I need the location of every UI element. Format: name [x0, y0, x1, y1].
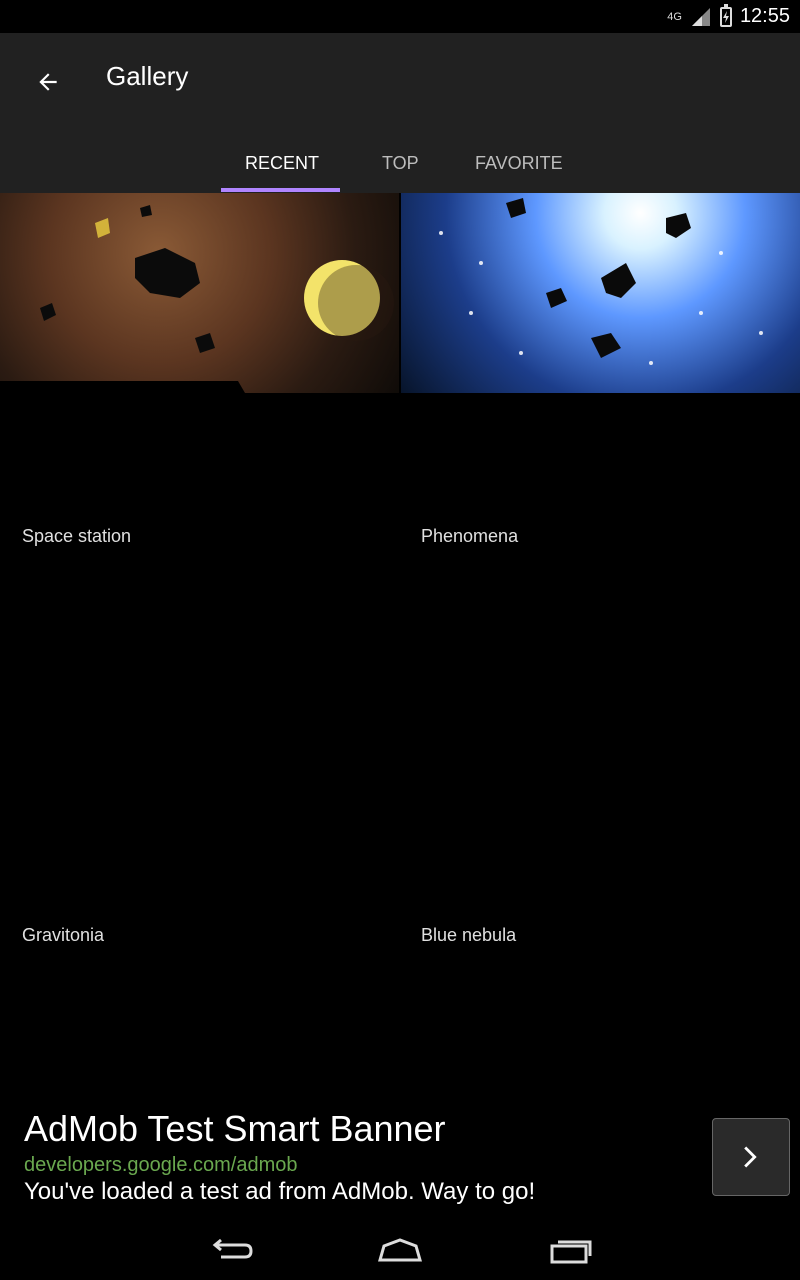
recents-nav-button[interactable]	[540, 1232, 600, 1268]
status-right: 4G 12:55	[667, 0, 790, 33]
signal-icon	[690, 6, 712, 28]
network-label: 4G	[667, 10, 682, 23]
back-nav-button[interactable]	[200, 1232, 260, 1268]
ad-banner[interactable]: AdMob Test Smart Banner developers.googl…	[0, 1100, 800, 1220]
chevron-right-icon	[744, 1146, 757, 1168]
app-bar: Gallery RECENT TOP FAVORITE	[0, 33, 800, 193]
ad-next-button[interactable]	[712, 1118, 790, 1196]
recents-nav-icon	[550, 1240, 592, 1264]
navigation-bar	[0, 1220, 800, 1280]
clock: 12:55	[739, 5, 790, 27]
battery-icon	[719, 3, 732, 27]
grid-item-label: Blue nebula	[421, 925, 517, 945]
arrow-left-icon	[39, 73, 57, 91]
back-button[interactable]	[24, 58, 72, 106]
home-nav-icon	[378, 1238, 422, 1262]
thumbnail-phenomena[interactable]	[401, 193, 800, 393]
home-nav-button[interactable]	[370, 1232, 430, 1268]
back-nav-icon	[212, 1238, 253, 1259]
thumbnail-space-station[interactable]	[0, 193, 399, 393]
grid-item-label: Phenomena	[421, 526, 519, 546]
ad-text: You've loaded a test ad from AdMob. Way …	[24, 1178, 536, 1205]
tab-bar: RECENT TOP FAVORITE	[0, 153, 800, 193]
tab-favorite[interactable]: FAVORITE	[475, 153, 563, 174]
ad-title: AdMob Test Smart Banner	[24, 1108, 446, 1149]
page-title: Gallery	[106, 61, 189, 91]
ad-url[interactable]: developers.google.com/admob	[24, 1154, 298, 1177]
grid-item-label: Space station	[22, 526, 132, 546]
tab-indicator	[221, 188, 340, 192]
grid-item-label: Gravitonia	[22, 925, 105, 945]
tab-recent[interactable]: RECENT	[245, 153, 319, 174]
tab-top[interactable]: TOP	[382, 153, 419, 174]
status-bar: 4G 12:55	[0, 0, 800, 33]
thumbnail-art	[439, 198, 763, 365]
thumbnail-art	[0, 205, 394, 393]
